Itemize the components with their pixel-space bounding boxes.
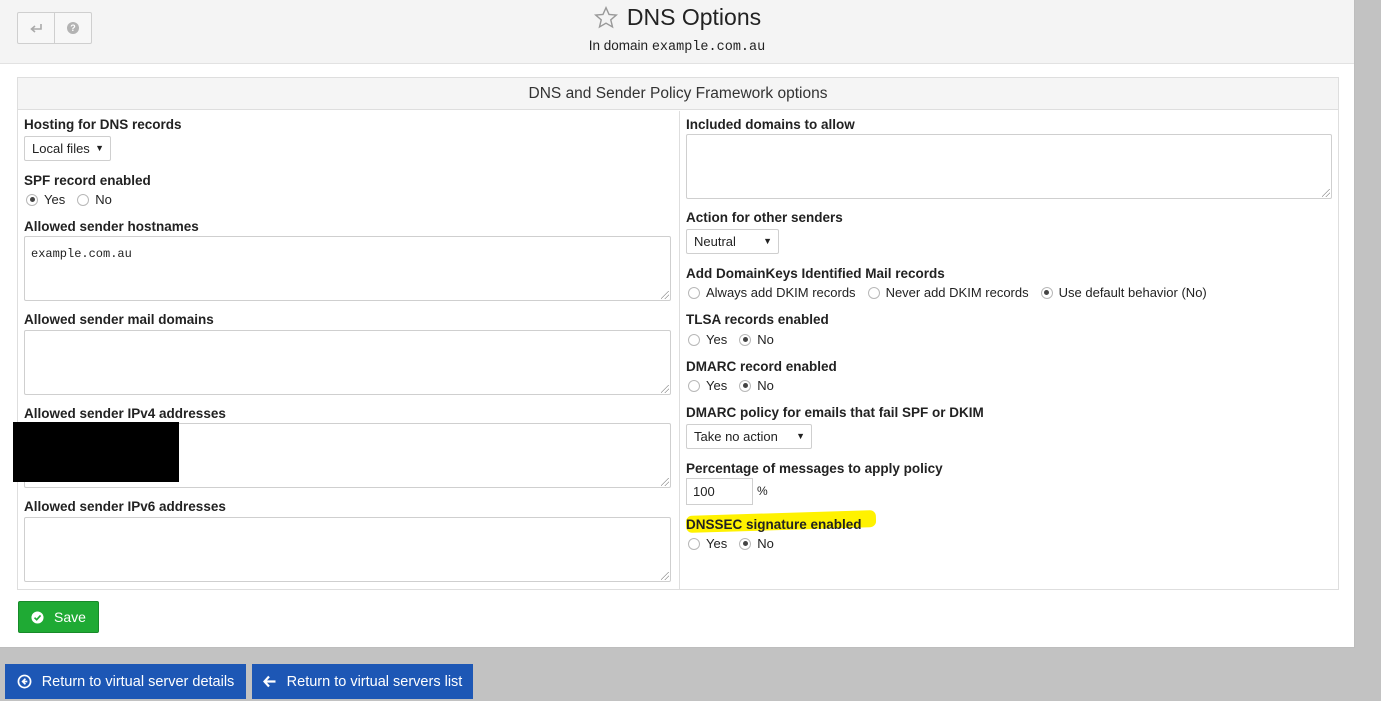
arrow-left-icon	[262, 675, 277, 688]
dmarc-policy-label: DMARC policy for emails that fail SPF or…	[686, 405, 984, 420]
page-title: DNS Options	[626, 4, 762, 30]
dmarc-policy-value: Take no action	[694, 429, 778, 444]
dkim-never-label: Never add DKIM records	[885, 285, 1029, 300]
dropdown-arrow-icon: ▼	[95, 143, 104, 153]
dmarc-yes-radio[interactable]	[688, 379, 700, 392]
spf-no-radio[interactable]	[77, 193, 90, 206]
dnssec-radio-group: Yes No	[688, 536, 774, 551]
page-header: ? DNS Options In domain example.com.au	[0, 0, 1354, 64]
dropdown-arrow-icon: ▼	[796, 431, 805, 441]
tlsa-no-label: No	[757, 332, 774, 347]
mail-domains-textarea[interactable]	[24, 330, 671, 395]
spf-no-label: No	[95, 192, 112, 207]
dkim-always-label: Always add DKIM records	[706, 285, 856, 300]
percentage-label: Percentage of messages to apply policy	[686, 461, 943, 476]
hosting-label: Hosting for DNS records	[24, 117, 182, 132]
return-list-button[interactable]: Return to virtual servers list	[252, 664, 473, 699]
resize-handle-icon[interactable]	[1322, 189, 1330, 197]
dmarc-radio-group: Yes No	[688, 378, 774, 393]
dmarc-no-label: No	[757, 378, 774, 393]
ipv4-label: Allowed sender IPv4 addresses	[24, 406, 226, 421]
other-senders-label: Action for other senders	[686, 210, 843, 225]
tlsa-yes-radio[interactable]	[688, 333, 700, 346]
tlsa-no-radio[interactable]	[739, 333, 752, 346]
main-panel: ? DNS Options In domain example.com.au D…	[0, 0, 1355, 648]
check-circle-icon	[31, 610, 44, 624]
arrow-circle-left-icon	[17, 674, 32, 689]
dkim-label: Add DomainKeys Identified Mail records	[686, 266, 945, 281]
tlsa-yes-label: Yes	[706, 332, 728, 347]
hosting-select[interactable]: Local files ▼	[24, 136, 111, 161]
column-divider	[679, 111, 680, 589]
dmarc-no-radio[interactable]	[739, 379, 752, 392]
other-senders-select[interactable]: Neutral ▼	[686, 229, 779, 254]
resize-handle-icon[interactable]	[661, 291, 669, 299]
ipv6-label: Allowed sender IPv6 addresses	[24, 499, 226, 514]
spf-label: SPF record enabled	[24, 173, 151, 188]
spf-yes-label: Yes	[44, 192, 66, 207]
sender-hostnames-label: Allowed sender hostnames	[24, 219, 199, 234]
redaction-box	[13, 422, 179, 482]
return-details-button[interactable]: Return to virtual server details	[5, 664, 246, 699]
dmarc-policy-select[interactable]: Take no action ▼	[686, 424, 812, 449]
domain-name: example.com.au	[651, 40, 766, 55]
percentage-input[interactable]: 100	[686, 478, 753, 505]
section-title: DNS and Sender Policy Framework options	[18, 78, 1338, 110]
title-row: DNS Options	[0, 4, 1354, 31]
dnssec-label: DNSSEC signature enabled	[686, 517, 862, 532]
percentage-value: 100	[693, 484, 715, 499]
return-details-label: Return to virtual server details	[41, 673, 235, 690]
dkim-never-radio[interactable]	[867, 286, 880, 299]
tlsa-radio-group: Yes No	[688, 332, 774, 347]
ipv6-textarea[interactable]	[24, 517, 671, 582]
page-subtitle: In domain example.com.au	[0, 38, 1354, 55]
save-label: Save	[54, 609, 86, 625]
return-list-label: Return to virtual servers list	[286, 673, 463, 690]
spf-yes-radio[interactable]	[26, 193, 38, 206]
dkim-radio-group: Always add DKIM records Never add DKIM r…	[688, 285, 1207, 300]
dnssec-yes-radio[interactable]	[688, 537, 700, 550]
resize-handle-icon[interactable]	[661, 478, 669, 486]
included-domains-label: Included domains to allow	[686, 117, 855, 132]
save-button[interactable]: Save	[18, 601, 99, 633]
dkim-always-radio[interactable]	[688, 286, 700, 299]
tlsa-label: TLSA records enabled	[686, 312, 829, 327]
dnssec-no-label: No	[757, 536, 774, 551]
percent-unit: %	[757, 484, 768, 498]
subtitle-prefix: In domain	[588, 38, 649, 53]
dnssec-no-radio[interactable]	[739, 537, 752, 550]
resize-handle-icon[interactable]	[661, 385, 669, 393]
dmarc-label: DMARC record enabled	[686, 359, 837, 374]
dropdown-arrow-icon: ▼	[763, 236, 772, 246]
included-domains-textarea[interactable]	[686, 134, 1332, 199]
spf-radio-group: Yes No	[26, 192, 112, 207]
mail-domains-label: Allowed sender mail domains	[24, 312, 214, 327]
sender-hostnames-textarea[interactable]: example.com.au	[24, 236, 671, 301]
sender-hostnames-value: example.com.au	[31, 247, 132, 261]
hosting-value: Local files	[32, 141, 90, 156]
other-senders-value: Neutral	[694, 234, 736, 249]
star-outline-icon[interactable]	[593, 5, 619, 31]
resize-handle-icon[interactable]	[661, 572, 669, 580]
dkim-default-label: Use default behavior (No)	[1058, 285, 1207, 300]
dkim-default-radio[interactable]	[1040, 286, 1053, 299]
dmarc-yes-label: Yes	[706, 378, 728, 393]
dnssec-yes-label: Yes	[706, 536, 728, 551]
